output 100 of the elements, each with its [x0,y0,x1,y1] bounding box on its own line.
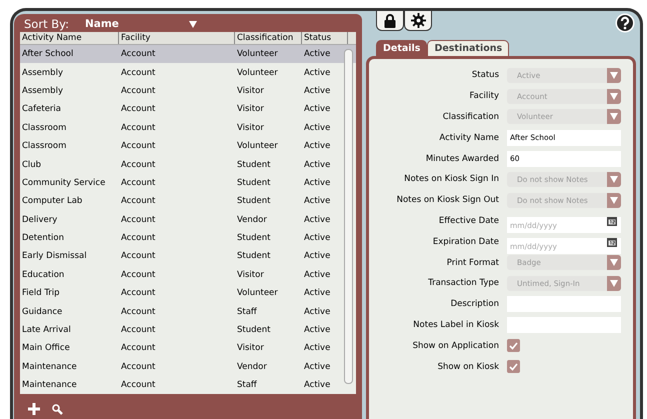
table-cell-text: Active [303,251,332,262]
table-cell-text: Active [303,233,332,244]
caret-icon [610,176,618,183]
calendar-icon[interactable] [607,216,617,226]
table-cell-text: Computer Lab [21,196,84,206]
table-cell-text: Active [303,141,332,152]
table-row[interactable]: Computer Lab Account Student Active [20,192,356,211]
table-cell-text: Active [303,160,332,170]
table-cell-text: Account [120,270,156,280]
table-cell-text: Maintenance [21,380,78,390]
table-cell-text: Active [303,49,332,60]
table-cell-text: Account [120,380,156,390]
table-row[interactable]: Maintenance Account Staff Active [20,376,356,394]
table-cell-text: Account [120,178,156,188]
calendar-icon[interactable] [607,236,617,247]
table-row[interactable]: After School Account Volunteer Active [20,45,356,64]
table-cell-text: Main Office [21,343,71,354]
table-cell-text: Account [120,196,156,206]
checkbox[interactable] [507,339,520,352]
table-cell-text: Active [303,270,332,280]
table-row[interactable]: Main Office Account Visitor Active [20,339,356,358]
field-label: Show on Application [412,340,499,351]
table-cell-text: Delivery [21,214,58,225]
column-header[interactable]: Activity Name [20,32,119,44]
tab[interactable]: Details [376,40,428,56]
field-label: Effective Date [438,216,499,226]
table-cell-text: Maintenance [21,362,78,372]
table-cell-text: Volunteer [236,141,279,152]
scrollbar[interactable] [344,49,353,384]
column-header[interactable]: Classification [235,32,302,44]
table-cell-text: Active [303,68,332,78]
table-cell-text: Visitor [236,86,265,96]
gear-icon [410,13,426,28]
search-icon[interactable] [52,404,63,414]
table-cell-text: Active [303,288,332,298]
help-icon[interactable] [615,13,635,33]
table-row[interactable]: Classroom Account Visitor Active [20,118,356,137]
caret-icon [610,280,618,287]
table-row[interactable]: Detention Account Student Active [20,228,356,248]
table-cell-text: Cafeteria [21,104,62,114]
field-label: Activity Name [438,132,499,143]
tab[interactable]: Destinations [427,40,510,56]
table-cell-text: Active [303,380,332,390]
table-row[interactable]: Assembly Account Visitor Active [20,82,356,100]
table-cell-text: Active [303,343,332,354]
lock-icon [384,14,396,28]
field-label: Expiration Date [432,236,499,247]
field-label: Description [450,299,499,310]
caret-icon [610,92,618,100]
table-row[interactable]: Late Arrival Account Student Active [20,320,356,340]
table-row[interactable]: Guidance Account Staff Active [20,302,356,321]
add-icon[interactable] [28,403,40,415]
table-cell-text: Account [120,104,156,114]
table-cell-text: Volunteer [236,288,279,298]
column-header[interactable]: Status [302,32,348,44]
table-cell-text: Classroom [21,122,68,133]
field-label: Classification [442,112,499,122]
table-cell-text: Assembly [21,68,64,78]
table-cell-text: Active [303,86,332,96]
table-row[interactable]: Community Service Account Student Active [20,174,356,192]
table-row[interactable]: Club Account Student Active [20,155,356,174]
lock-button[interactable] [376,11,404,31]
sort-label: Sort By: [24,17,69,31]
table-cell-text: Active [303,122,332,133]
table-cell-text: Account [120,122,156,133]
table-cell-text: Education [21,270,66,280]
table-cell-text: Assembly [21,86,64,96]
table-cell-text: Visitor [236,104,265,114]
table-cell-text: Account [120,251,156,262]
column-header[interactable]: Facility [119,32,235,44]
caret-icon [610,196,618,204]
table-cell-text: Student [236,233,272,244]
table-cell-text: After School [21,49,74,60]
table-cell-text: Student [236,196,272,206]
sort-dropdown[interactable]: Name [84,18,197,30]
table-cell-text: Account [120,343,156,354]
settings-button[interactable] [404,11,432,31]
table-row[interactable]: Assembly Account Volunteer Active [20,63,356,82]
field-label: Show on Kiosk [436,362,499,372]
table-cell-text: Vendor [236,362,268,372]
table-row[interactable]: Early Dismissal Account Student Active [20,247,356,266]
table-row[interactable]: Education Account Visitor Active [20,266,356,284]
table-cell-text: Account [120,325,156,336]
table-cell-text: Account [120,86,156,96]
table-row[interactable]: Classroom Account Volunteer Active [20,136,356,156]
table-row[interactable]: Cafeteria Account Visitor Active [20,100,356,119]
table-cell-text: Active [303,178,332,188]
table-cell-text: Account [120,362,156,372]
checkbox[interactable] [507,360,520,374]
table-cell-text: Visitor [236,343,265,354]
table-cell-text: Student [236,178,272,188]
field-label: Status [470,70,499,80]
table-cell-text: Community Service [21,178,106,188]
table-row[interactable]: Delivery Account Vendor Active [20,210,356,229]
table-row[interactable]: Maintenance Account Vendor Active [20,358,356,376]
table-cell-text: Vendor [236,214,268,225]
table-cell-text: Account [120,49,156,60]
table-row[interactable]: Field Trip Account Volunteer Active [20,284,356,302]
table-cell-text: Account [120,233,156,244]
field-label: Facility [468,91,499,102]
